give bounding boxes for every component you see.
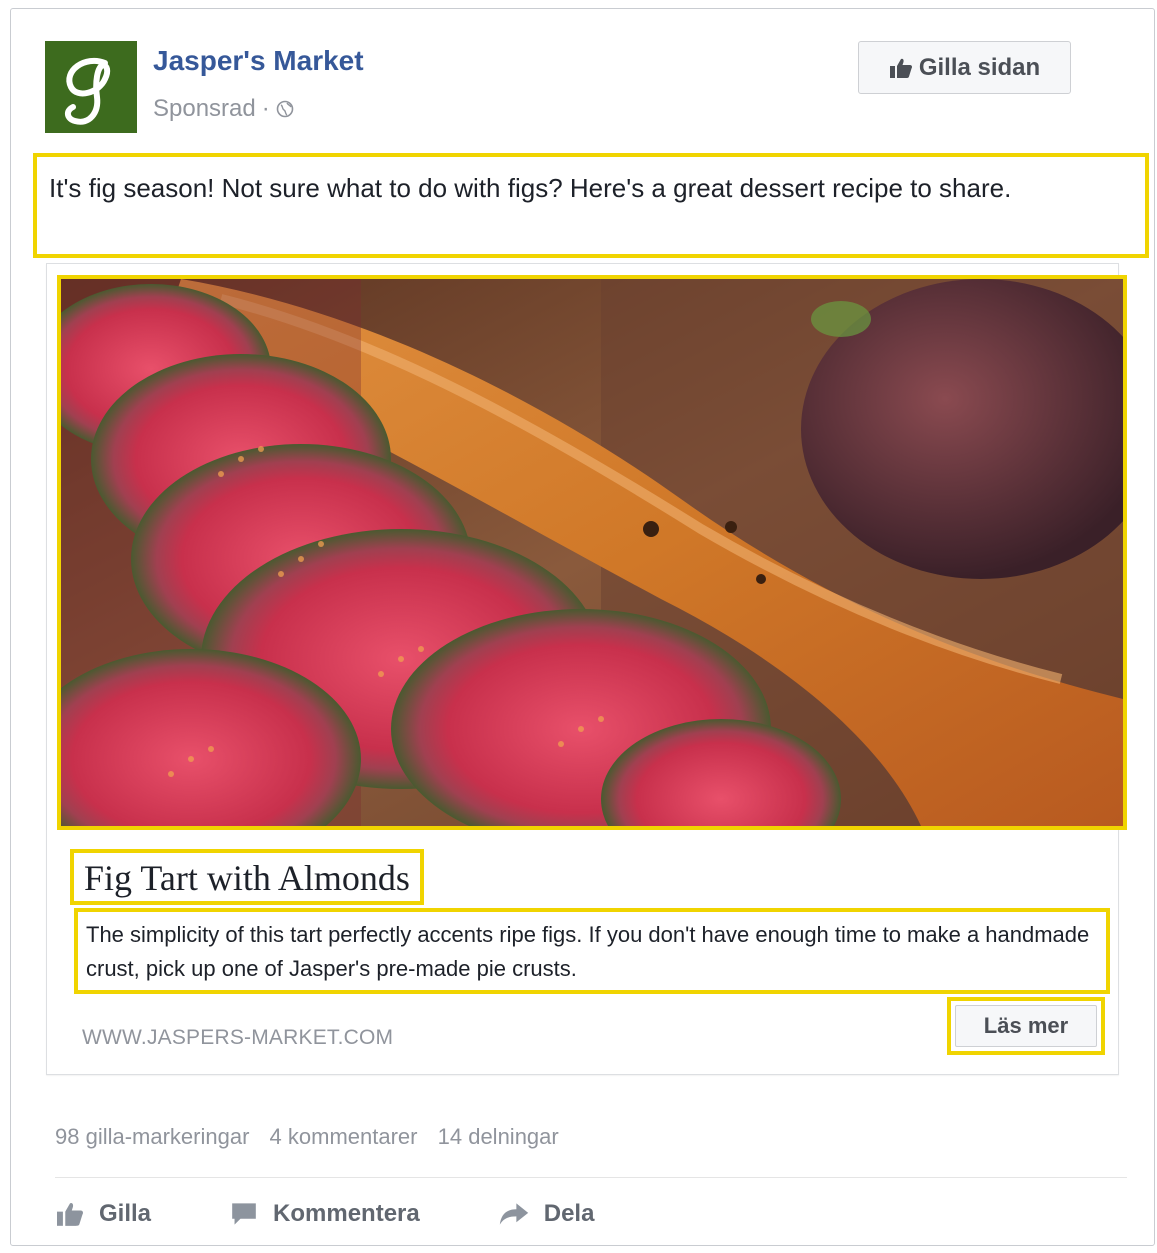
post-actions: Gilla Kommentera Dela xyxy=(55,1194,672,1234)
like-label: Gilla xyxy=(99,1200,152,1227)
likes-count[interactable]: 98 gilla-markeringar xyxy=(55,1124,249,1149)
share-arrow-icon xyxy=(499,1203,528,1225)
thumbs-up-icon xyxy=(889,58,912,78)
engagement-stats: 98 gilla-markeringar 4 kommentarer 14 de… xyxy=(55,1124,573,1150)
read-more-button[interactable]: Läs mer xyxy=(955,1005,1097,1047)
logo-script-g-icon xyxy=(45,41,137,133)
like-page-label: Gilla sidan xyxy=(918,53,1041,81)
link-domain: WWW.JASPERS-MARKET.COM xyxy=(82,1026,394,1049)
share-label: Dela xyxy=(543,1200,595,1227)
like-page-button[interactable]: Gilla sidan xyxy=(858,41,1071,94)
post-caption: It's fig season! Not sure what to do wit… xyxy=(33,153,1149,258)
globe-icon xyxy=(276,100,294,118)
comment-button[interactable]: Kommentera xyxy=(229,1200,420,1228)
link-title[interactable]: Fig Tart with Almonds xyxy=(70,849,424,905)
read-more-highlight: Läs mer xyxy=(947,997,1105,1055)
speech-bubble-icon xyxy=(232,1203,256,1225)
like-button[interactable]: Gilla xyxy=(55,1200,151,1228)
link-description: The simplicity of this tart perfectly ac… xyxy=(74,908,1110,994)
sponsored-label[interactable]: Sponsrad xyxy=(153,95,256,123)
comments-count[interactable]: 4 kommentarer xyxy=(270,1124,418,1149)
meta-separator: · xyxy=(261,95,270,122)
page-logo[interactable] xyxy=(45,41,137,133)
post-meta: Sponsrad · xyxy=(153,95,294,123)
shares-count[interactable]: 14 delningar xyxy=(438,1124,559,1149)
fig-tart-photo xyxy=(61,279,1123,826)
comment-label: Kommentera xyxy=(273,1200,420,1227)
share-button[interactable]: Dela xyxy=(498,1200,595,1228)
page-name-link[interactable]: Jasper's Market xyxy=(153,45,364,77)
link-image[interactable] xyxy=(57,275,1127,830)
thumbs-up-icon xyxy=(57,1203,83,1226)
actions-divider xyxy=(55,1177,1127,1178)
